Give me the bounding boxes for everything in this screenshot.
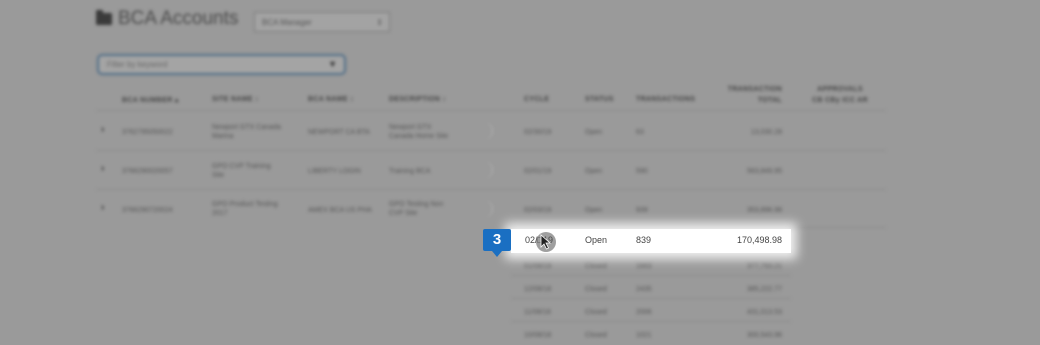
- col-header-approvals-line1: APPROVALS: [817, 86, 863, 93]
- mouse-cursor-icon: [536, 232, 556, 252]
- history-transactions: 2435: [636, 286, 652, 293]
- history-total: 300,543.96: [746, 332, 782, 339]
- row-divider: [511, 298, 791, 299]
- dropdown-arrow-icon[interactable]: ▼: [328, 56, 337, 73]
- bca-manager-select[interactable]: BCA Manager ⇕: [254, 12, 390, 32]
- history-transactions: 1663: [636, 263, 652, 270]
- history-cycle: 12/08/18: [524, 286, 552, 293]
- site-name-line1: GPO Product Testing: [212, 201, 278, 208]
- description-line2: Canada Home Site: [389, 133, 449, 140]
- col-header-bca-name[interactable]: BCA NAME ↕: [308, 96, 354, 103]
- bca-accounts-screen: BCA Accounts BCA Manager ⇕ Filter by key…: [0, 0, 1040, 345]
- transaction-total: 353,896.98: [746, 207, 782, 214]
- filter-placeholder: Filter by keyword: [107, 60, 168, 69]
- row-expand-tab[interactable]: [482, 122, 493, 140]
- description: GPO Testing Non CVP Site: [389, 200, 443, 218]
- history-status: Closed: [585, 263, 607, 270]
- status: Open: [585, 207, 603, 214]
- cursor-arrow-icon: [540, 234, 552, 250]
- transaction-total: 563,849.95: [746, 168, 782, 175]
- description-line1: GPO Testing Non: [389, 201, 444, 208]
- page-title: BCA Accounts: [96, 8, 238, 30]
- highlighted-transactions: 839: [636, 235, 652, 245]
- history-status: Closed: [585, 286, 607, 293]
- col-header-transaction-total: TRANSACTION TOTAL: [722, 84, 782, 106]
- expand-row-chevron-icon[interactable]: ›: [101, 163, 104, 174]
- col-header-transaction-total-line1: TRANSACTION: [727, 86, 782, 93]
- col-header-approvals-line2: CB CBy ICC AR: [812, 97, 868, 104]
- history-status: Closed: [585, 309, 607, 316]
- blurred-background: BCA Accounts BCA Manager ⇕ Filter by key…: [0, 0, 1040, 345]
- transaction-total: 13,030.28: [750, 129, 782, 136]
- bca-name: NEWPORT CA BTA: [308, 129, 370, 136]
- col-header-approvals: APPROVALS CB CBy ICC AR: [800, 84, 880, 106]
- page-title-text: BCA Accounts: [118, 8, 239, 29]
- description: Newport GTX Canada Home Site: [389, 123, 448, 141]
- site-name-line2: Site: [212, 172, 225, 179]
- row-divider: [511, 275, 791, 276]
- filter-input[interactable]: Filter by keyword ▼: [97, 54, 346, 75]
- description: Training BCA: [389, 168, 431, 175]
- row-divider: [511, 227, 886, 228]
- bca-number: 3766290020057: [122, 168, 173, 175]
- row-divider: [511, 321, 791, 322]
- cycle: 02/01/19: [524, 168, 552, 175]
- history-transactions: 1021: [636, 332, 652, 339]
- col-header-transaction-total-line2: TOTAL: [757, 97, 782, 104]
- highlighted-total: 170,498.98: [736, 235, 782, 245]
- col-header-cycle: CYCLE: [524, 96, 550, 103]
- history-transactions: 2006: [636, 309, 652, 316]
- history-total: 377,793.21: [746, 263, 782, 270]
- bca-manager-select-value: BCA Manager: [262, 18, 312, 27]
- col-header-transactions: TRANSACTIONS: [636, 96, 696, 103]
- highlighted-status: Open: [585, 235, 608, 245]
- transactions: 939: [636, 207, 648, 214]
- bca-number: 3762795050022: [122, 129, 173, 136]
- site-name-line1: Newport GTX Canada: [212, 124, 281, 131]
- folder-icon: [96, 10, 112, 25]
- row-divider: [96, 150, 886, 151]
- description-line2: CVP Site: [389, 210, 418, 217]
- cycle: 02/03/19: [524, 207, 552, 214]
- site-name-line2: 2017: [212, 210, 228, 217]
- row-divider: [96, 189, 886, 190]
- col-header-site-name[interactable]: SITE NAME ↕: [212, 96, 259, 103]
- col-header-bca-number[interactable]: BCA NUMBER ▴: [122, 96, 179, 104]
- expand-row-chevron-icon[interactable]: ›: [101, 124, 104, 135]
- bca-name: LIBERTY LOGIN: [308, 168, 361, 175]
- history-total: 431,013.53: [746, 309, 782, 316]
- select-arrow-icon: ⇕: [376, 18, 383, 27]
- status: Open: [585, 129, 603, 136]
- bca-name: AMEX BCA US PHA: [308, 207, 372, 214]
- site-name-line2: Marina: [212, 133, 234, 140]
- site-name: GPO Product Testing 2017: [212, 200, 278, 218]
- history-total: 385,222.77: [746, 286, 782, 293]
- row-expand-tab[interactable]: [482, 200, 493, 218]
- status: Open: [585, 168, 603, 175]
- bca-number: 3766290720024: [122, 207, 173, 214]
- header-divider: [96, 110, 886, 111]
- site-name: GPO CVP Training Site: [212, 162, 271, 180]
- col-header-description[interactable]: DESCRIPTION ↕: [389, 96, 446, 103]
- transactions: 590: [636, 168, 648, 175]
- description-line1: Newport GTX: [389, 124, 432, 131]
- step-callout-badge: 3: [483, 229, 511, 257]
- history-cycle: 11/08/18: [524, 309, 551, 316]
- row-expand-tab[interactable]: [482, 161, 493, 179]
- history-cycle: 10/08/18: [524, 332, 552, 339]
- history-status: Closed: [585, 332, 607, 339]
- site-name-line1: GPO CVP Training: [212, 163, 271, 170]
- cycle: 02/30/19: [524, 129, 552, 136]
- history-cycle: 01/08/19: [524, 263, 552, 270]
- site-name: Newport GTX Canada Marina: [212, 123, 281, 141]
- col-header-status: STATUS: [585, 96, 614, 103]
- transactions: 63: [636, 129, 644, 136]
- expand-row-chevron-icon[interactable]: ›: [101, 202, 104, 213]
